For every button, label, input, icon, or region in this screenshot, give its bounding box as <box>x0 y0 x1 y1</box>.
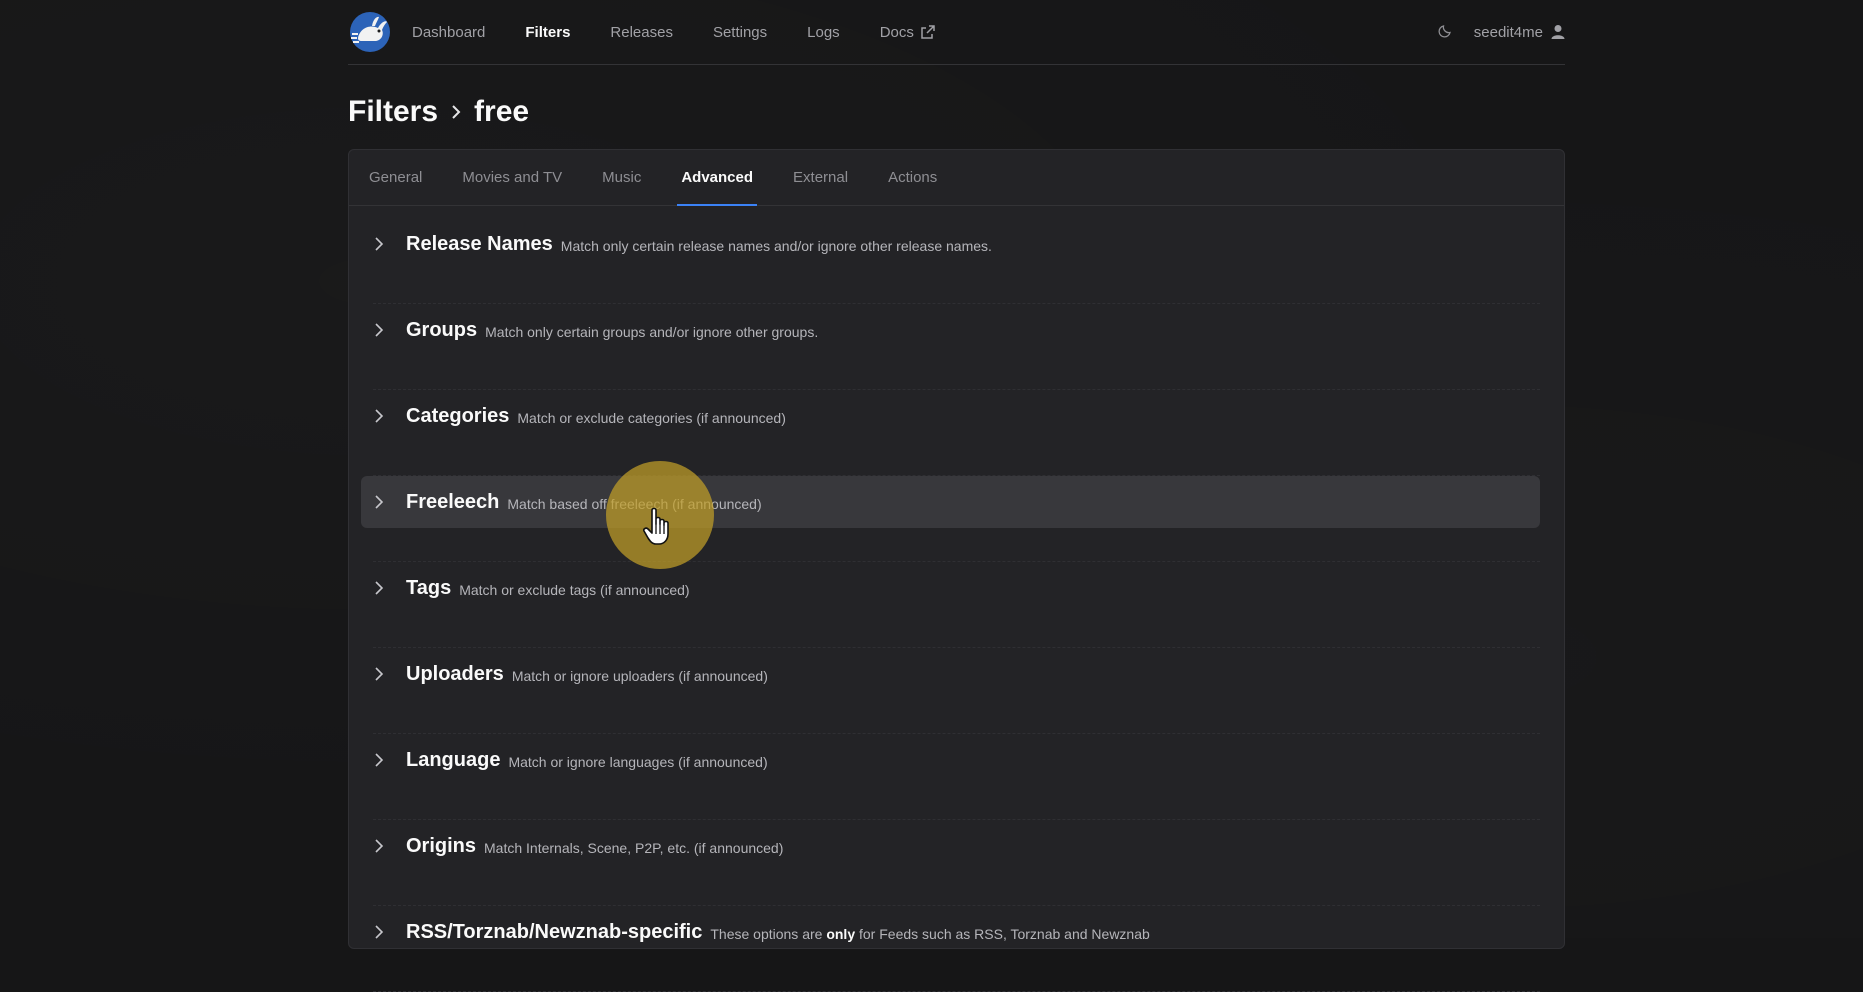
section-description: Match or ignore uploaders (if announced) <box>511 668 768 684</box>
section-toggle-rss-torznab-newznab[interactable]: RSS/Torznab/Newznab-specific These optio… <box>361 906 1540 958</box>
section-freeleech: Freeleech Match based off freeleech (if … <box>361 476 1540 562</box>
section-title: Groups <box>406 318 478 341</box>
filter-panel: General Movies and TV Music Advanced Ext… <box>348 149 1565 992</box>
moon-icon[interactable] <box>1438 22 1454 42</box>
section-title: Release Names <box>406 232 553 255</box>
section-title: RSS/Torznab/Newznab-specific <box>406 920 703 943</box>
section-toggle-uploaders[interactable]: Uploaders Match or ignore uploaders (if … <box>361 648 1540 700</box>
hand-cursor-icon <box>643 507 675 552</box>
filter-tabs: General Movies and TV Music Advanced Ext… <box>349 150 1564 206</box>
breadcrumb: Filters free <box>348 91 1565 133</box>
chevron-right-icon <box>371 580 387 596</box>
breadcrumb-current: free <box>474 95 530 128</box>
chevron-right-icon <box>371 666 387 682</box>
section-title: Freeleech <box>406 490 500 513</box>
app-logo[interactable] <box>348 10 392 54</box>
section-uploaders: Uploaders Match or ignore uploaders (if … <box>361 648 1540 734</box>
tab-movies-and-tv[interactable]: Movies and TV <box>442 150 582 205</box>
tab-advanced[interactable]: Advanced <box>677 150 757 206</box>
advanced-sections: Release Names Match only certain release… <box>349 206 1564 992</box>
section-toggle-categories[interactable]: Categories Match or exclude categories (… <box>361 390 1540 442</box>
section-description: Match only certain release names and/or … <box>560 238 992 254</box>
tab-external[interactable]: External <box>773 150 868 205</box>
section-title: Tags <box>406 576 452 599</box>
tab-music[interactable]: Music <box>582 150 661 205</box>
section-description: Match only certain groups and/or ignore … <box>485 324 819 340</box>
section-toggle-language[interactable]: Language Match or ignore languages (if a… <box>361 734 1540 786</box>
chevron-right-icon <box>371 322 387 338</box>
section-categories: Categories Match or exclude categories (… <box>361 390 1540 476</box>
chevron-right-icon <box>371 494 387 510</box>
section-toggle-freeleech[interactable]: Freeleech Match based off freeleech (if … <box>361 476 1540 528</box>
section-description: Match or ignore languages (if announced) <box>508 754 768 770</box>
user-icon <box>1551 25 1565 39</box>
nav-logs[interactable]: Logs <box>787 24 860 41</box>
tab-general[interactable]: General <box>369 150 442 205</box>
section-description: These options are only for Feeds such as… <box>710 926 1150 942</box>
section-groups: Groups Match only certain groups and/or … <box>361 304 1540 390</box>
section-description: Match Internals, Scene, P2P, etc. (if an… <box>484 840 784 856</box>
chevron-right-icon <box>371 752 387 768</box>
chevron-right-icon <box>371 408 387 424</box>
section-origins: Origins Match Internals, Scene, P2P, etc… <box>361 820 1540 906</box>
section-toggle-tags[interactable]: Tags Match or exclude tags (if announced… <box>361 562 1540 614</box>
rabbit-logo-icon <box>350 12 390 52</box>
app-container: Dashboard Filters Releases Settings Logs… <box>348 0 1565 992</box>
top-nav: Dashboard Filters Releases Settings Logs… <box>348 0 1565 65</box>
nav-right: seedit4me <box>1438 22 1565 42</box>
section-title: Uploaders <box>406 662 504 685</box>
section-release-names: Release Names Match only certain release… <box>361 218 1540 304</box>
tab-actions[interactable]: Actions <box>868 150 957 205</box>
user-menu[interactable]: seedit4me <box>1474 24 1565 41</box>
external-link-icon <box>921 25 935 39</box>
chevron-right-icon <box>371 236 387 252</box>
section-title: Origins <box>406 834 477 857</box>
nav-dashboard[interactable]: Dashboard <box>412 24 505 41</box>
username: seedit4me <box>1473 23 1543 41</box>
section-toggle-release-names[interactable]: Release Names Match only certain release… <box>361 218 1540 270</box>
section-toggle-origins[interactable]: Origins Match Internals, Scene, P2P, etc… <box>361 820 1540 872</box>
nav-releases[interactable]: Releases <box>590 24 693 41</box>
section-toggle-groups[interactable]: Groups Match only certain groups and/or … <box>361 304 1540 356</box>
section-title: Language <box>406 748 501 771</box>
nav-settings[interactable]: Settings <box>693 24 787 41</box>
section-description: Match or exclude tags (if announced) <box>459 582 690 598</box>
nav-docs[interactable]: Docs <box>860 24 956 41</box>
chevron-right-icon <box>452 105 461 119</box>
chevron-right-icon <box>371 838 387 854</box>
section-description: Match or exclude categories (if announce… <box>517 410 786 426</box>
nav-filters[interactable]: Filters <box>505 24 590 41</box>
section-language: Language Match or ignore languages (if a… <box>361 734 1540 820</box>
nav-links: Dashboard Filters Releases Settings Logs… <box>412 24 956 41</box>
section-tags: Tags Match or exclude tags (if announced… <box>361 562 1540 648</box>
section-rss-torznab-newznab: RSS/Torznab/Newznab-specific These optio… <box>361 906 1540 992</box>
breadcrumb-root[interactable]: Filters <box>348 95 438 129</box>
section-title: Categories <box>406 404 510 427</box>
